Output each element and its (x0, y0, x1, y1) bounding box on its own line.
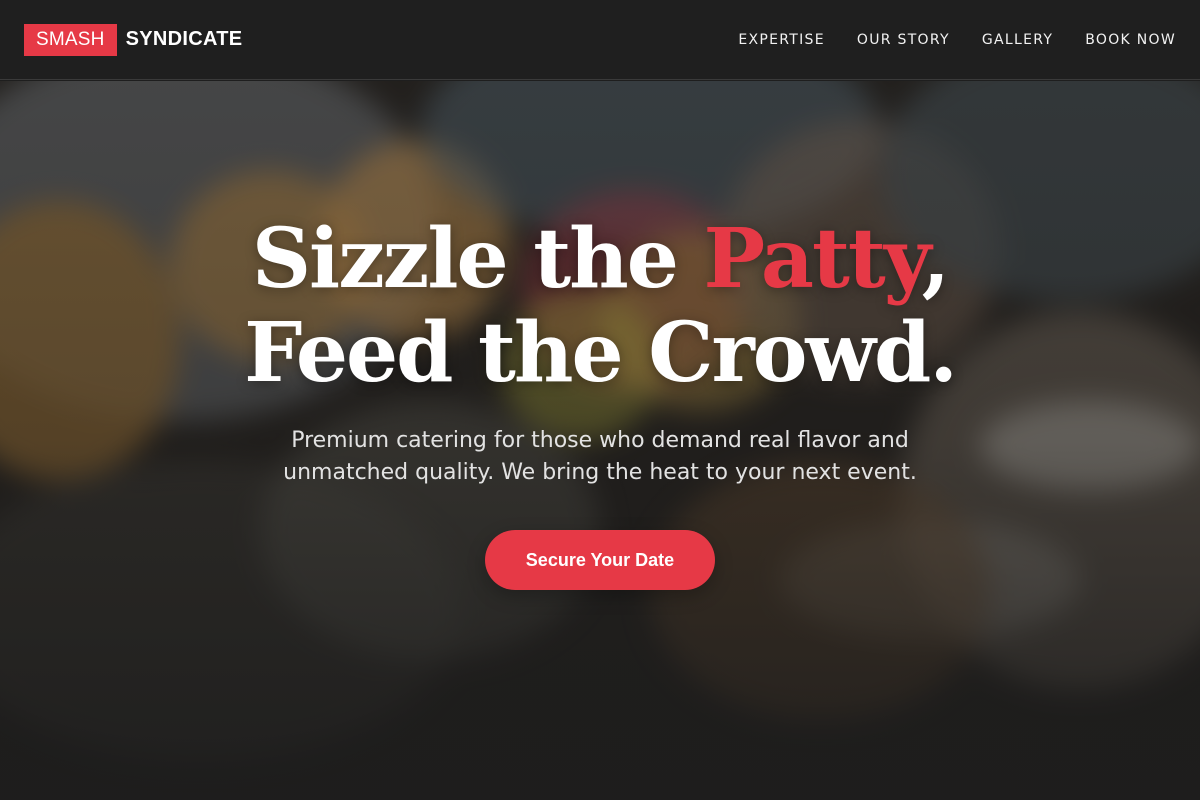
nav-item-gallery[interactable]: GALLERY (982, 32, 1053, 48)
headline-comma: , (921, 211, 951, 307)
headline-accent: Patty (703, 211, 923, 307)
nav-item-expertise[interactable]: EXPERTISE (738, 32, 825, 48)
headline-text: Sizzle the (251, 211, 704, 307)
nav-item-our-story[interactable]: OUR STORY (857, 32, 950, 48)
secure-your-date-button[interactable]: Secure Your Date (485, 530, 715, 590)
brand-logo[interactable]: SMASH SYNDICATE (24, 23, 243, 56)
hero-section: Sizzle the Patty, Feed the Crowd. Premiu… (0, 81, 1200, 800)
site-header: SMASH SYNDICATE EXPERTISE OUR STORY GALL… (0, 0, 1200, 80)
brand-name: SYNDICATE (125, 28, 243, 50)
main-nav: EXPERTISE OUR STORY GALLERY BOOK NOW (706, 32, 1176, 48)
headline-line-1: Sizzle the Patty, (0, 213, 1200, 305)
headline-line-2: Feed the Crowd. (244, 305, 958, 401)
nav-item-book-now[interactable]: BOOK NOW (1085, 32, 1176, 48)
brand-badge: SMASH (24, 23, 117, 56)
hero-subtitle: Premium catering for those who demand re… (283, 428, 917, 485)
